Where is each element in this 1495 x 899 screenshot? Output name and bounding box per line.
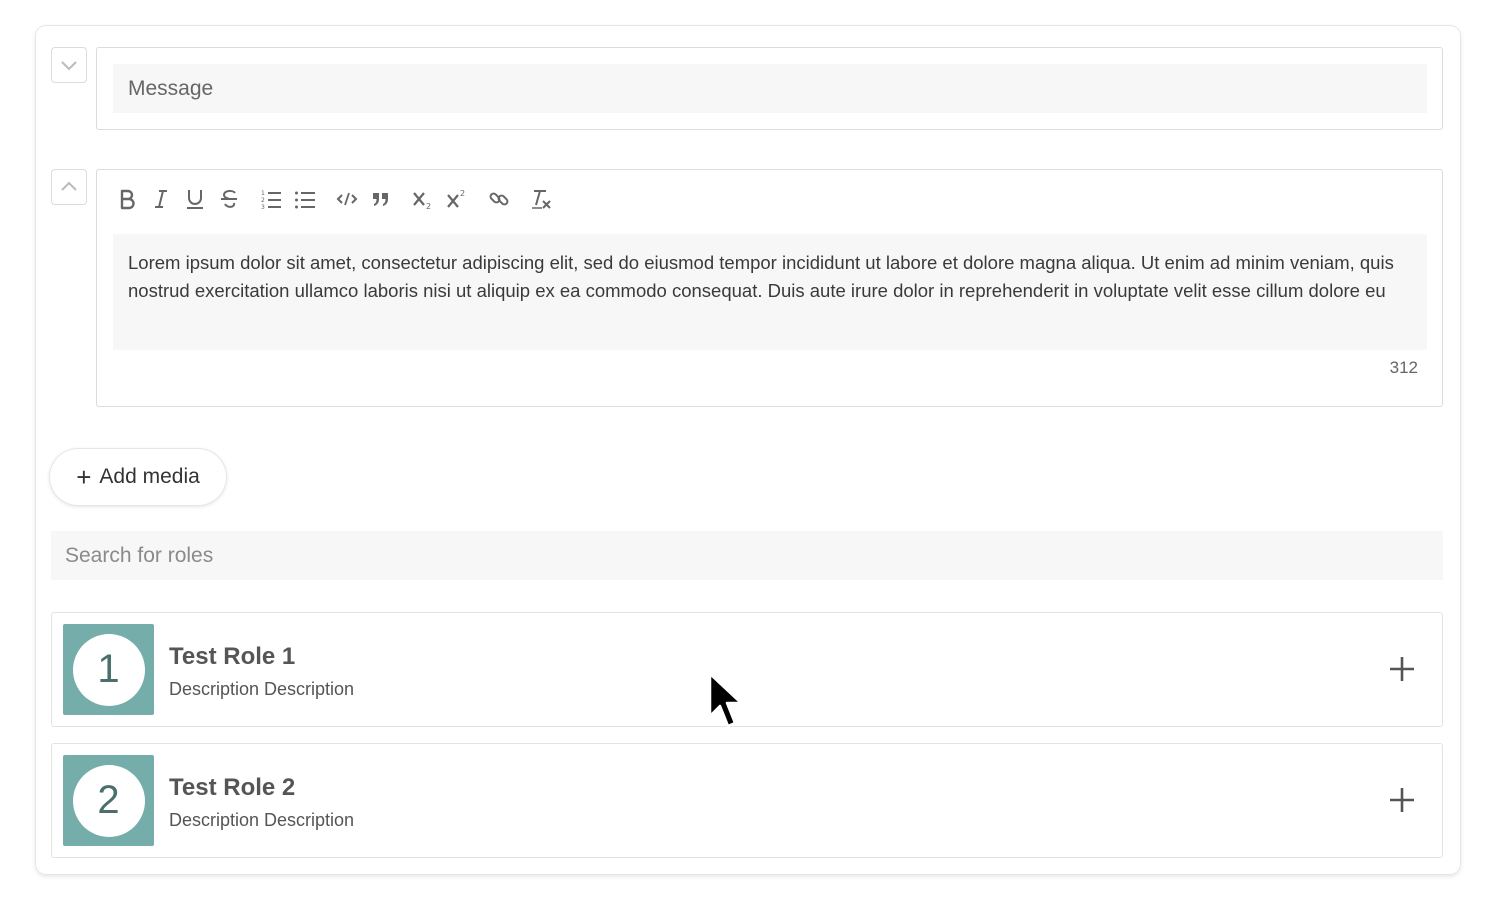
rich-text-editor: 1 2 3 2 2 Lorem ipsum dolor sit amet, co…	[96, 169, 1443, 407]
add-role-button[interactable]	[1384, 651, 1420, 687]
plus-icon	[1390, 657, 1414, 681]
code-icon	[336, 192, 358, 206]
add-media-button[interactable]: + Add media	[50, 449, 226, 505]
role-description: Description Description	[169, 810, 355, 830]
role-number: 1	[72, 633, 145, 706]
link-button[interactable]	[485, 184, 513, 214]
svg-text:2: 2	[261, 197, 265, 204]
subscript-button[interactable]: 2	[409, 184, 437, 214]
superscript-icon: 2	[447, 189, 465, 208]
ordered-list-button[interactable]: 1 2 3	[257, 184, 285, 214]
role-number: 2	[72, 764, 145, 837]
bold-icon	[120, 189, 135, 210]
role-avatar: 2	[63, 755, 154, 846]
plus-icon: +	[76, 462, 92, 492]
italic-icon	[155, 190, 167, 208]
italic-button[interactable]	[147, 184, 175, 214]
message-subject-input[interactable]	[113, 64, 1427, 113]
collapse-toggle-button[interactable]	[51, 47, 87, 83]
strikethrough-button[interactable]	[215, 184, 243, 214]
svg-text:2: 2	[426, 202, 431, 210]
clear-format-icon	[532, 190, 551, 209]
role-description: Description Description	[169, 679, 355, 699]
ordered-list-icon: 1 2 3	[261, 190, 281, 210]
role-avatar: 1	[63, 624, 154, 715]
role-name: Test Role 2	[169, 774, 296, 801]
add-role-button[interactable]	[1384, 782, 1420, 818]
svg-text:3: 3	[261, 204, 265, 210]
add-media-label: Add media	[99, 465, 200, 488]
code-button[interactable]	[333, 184, 361, 214]
underline-button[interactable]	[181, 184, 209, 214]
quote-icon	[373, 193, 388, 206]
role-search-input[interactable]	[51, 531, 1443, 580]
bold-button[interactable]	[113, 184, 141, 214]
message-composer-card: 1 2 3	[36, 26, 1460, 874]
editor-text-area[interactable]: Lorem ipsum dolor sit amet, consectetur …	[113, 234, 1427, 350]
svg-text:2: 2	[460, 189, 465, 198]
strikethrough-icon	[221, 189, 237, 208]
role-list-item[interactable]: 2 Test Role 2 Description Description	[51, 743, 1443, 858]
underline-icon	[187, 190, 203, 209]
subject-field-container	[96, 47, 1443, 130]
bullet-list-button[interactable]	[291, 184, 319, 214]
role-name: Test Role 1	[169, 643, 296, 670]
role-list-item[interactable]: 1 Test Role 1 Description Description	[51, 612, 1443, 727]
blockquote-button[interactable]	[367, 184, 395, 214]
chevron-down-icon	[61, 61, 77, 71]
editor-toolbar: 1 2 3 2 2	[113, 184, 561, 214]
superscript-button[interactable]: 2	[443, 184, 471, 214]
clear-format-button[interactable]	[527, 184, 555, 214]
subscript-icon: 2	[413, 192, 431, 210]
svg-text:1: 1	[261, 190, 265, 197]
bullet-list-icon	[295, 191, 315, 209]
plus-icon	[1390, 788, 1414, 812]
expand-toggle-button[interactable]	[51, 169, 87, 205]
link-icon	[489, 192, 509, 206]
chevron-up-icon	[61, 181, 77, 191]
character-count: 312	[1389, 358, 1418, 377]
